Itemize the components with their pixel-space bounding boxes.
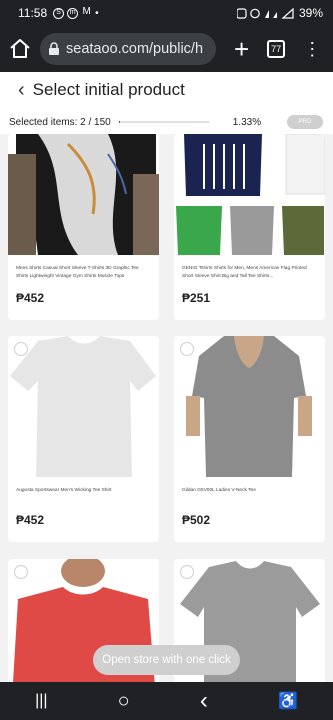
battery-level: 39% [298, 6, 323, 20]
tab-switcher-button[interactable]: 77 [267, 40, 286, 58]
signal-icon [236, 7, 294, 19]
product-image [8, 134, 159, 255]
product-price: ₱452 [16, 291, 45, 305]
back-chevron-icon[interactable]: ‹ [18, 80, 25, 100]
product-card[interactable]: GENIG Tshirts Shirts for Men, Mens Ameri… [174, 134, 325, 320]
open-store-button[interactable]: Open store with one click [93, 645, 240, 675]
header-pill-button[interactable]: PRD [287, 115, 323, 129]
select-check-icon[interactable] [14, 342, 28, 356]
back-nav-icon[interactable]: ‹ [200, 687, 208, 715]
product-price: ₱251 [182, 291, 211, 305]
product-card[interactable]: Augusta Sportswear Men's Wicking Tee Shi… [8, 336, 159, 542]
product-price: ₱502 [182, 513, 211, 527]
system-nav-bar: ||| ○ ‹ ♿ [0, 682, 333, 720]
more-menu-icon[interactable]: ⋮ [303, 40, 321, 58]
progress-percent: 1.33% [232, 116, 262, 128]
new-tab-icon[interactable]: + [234, 36, 249, 62]
product-name: Gildan G5V00L Ladies V-Neck Tee [182, 488, 256, 493]
product-name: Augusta Sportswear Men's Wicking Tee Shi… [16, 488, 112, 493]
select-check-icon[interactable] [14, 565, 28, 579]
select-check-icon[interactable] [180, 565, 194, 579]
home-icon[interactable] [8, 37, 32, 61]
selected-items-label: Selected items: 2 / 150 [9, 116, 111, 128]
page-header: ‹ Select initial product Selected items:… [0, 72, 333, 134]
recents-icon[interactable]: ||| [35, 692, 47, 710]
product-card[interactable]: Gildan G5V00L Ladies V-Neck Tee ₱502 [174, 336, 325, 542]
status-time: 11:58 [18, 6, 48, 20]
product-image [174, 336, 325, 477]
more-dot: • [95, 7, 99, 19]
product-card[interactable]: Mens Shirts Casual Short Sleeve T-Shirts… [8, 134, 159, 320]
product-name: GENIG Tshirts Shirts for Men, Mens Ameri… [182, 266, 307, 279]
page-title: Select initial product [32, 80, 185, 99]
lock-icon [49, 42, 59, 55]
product-grid: Mens Shirts Casual Short Sleeve T-Shirts… [0, 134, 333, 682]
browser-toolbar: seataoo.com/public/h + 77 ⋮ [0, 26, 333, 72]
url-text: seataoo.com/public/h [66, 41, 204, 57]
selection-progress: Selected items: 2 / 150 1.33% PRD [9, 115, 323, 129]
product-image [8, 336, 159, 477]
select-check-icon[interactable] [180, 342, 194, 356]
notification-s-icon: S [53, 7, 65, 19]
home-nav-icon[interactable]: ○ [118, 690, 130, 713]
back-title-row: ‹ Select initial product [18, 80, 185, 100]
progress-track [118, 121, 209, 123]
messenger-icon: m [67, 7, 79, 19]
notification-icons: S m M • [53, 5, 99, 19]
product-image [174, 134, 325, 255]
product-name: Mens Shirts Casual Short Sleeve T-Shirts… [16, 266, 139, 279]
status-bar: 11:58 S m M • 39% [0, 0, 333, 26]
accessibility-icon[interactable]: ♿ [278, 691, 298, 711]
progress-fill [118, 121, 120, 123]
gmail-icon: M [82, 5, 91, 17]
address-bar[interactable]: seataoo.com/public/h [40, 33, 216, 65]
product-price: ₱452 [16, 513, 45, 527]
